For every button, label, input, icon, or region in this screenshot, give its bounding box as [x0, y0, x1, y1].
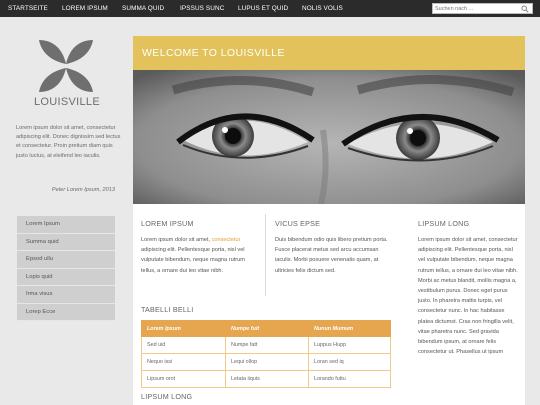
consectetur-link[interactable]: consectetur: [212, 237, 241, 243]
table-cell: Lorando futtu: [308, 370, 391, 388]
data-table: Lorem Ipsum Numpe fuit Nunun Mumum Sed u…: [141, 320, 391, 388]
search-box: [432, 3, 533, 14]
table-cell: Sed uid: [141, 336, 226, 354]
sidebar-item-summa-quid[interactable]: Summa quid: [17, 233, 115, 251]
table-heading: TABELLI BELLI: [141, 305, 194, 314]
nav-item-lupus-et-quid[interactable]: LUPUS ET QUID: [238, 0, 288, 17]
col1-text-part1: Lorem ipsum dolor sit amet,: [141, 237, 212, 243]
site-name[interactable]: LOUISVILLE: [17, 96, 117, 108]
sidebar-item-epsod-ullu[interactable]: Epsod ullu: [17, 251, 115, 269]
nav-item-nolis-volis[interactable]: NOLIS VOLIS: [302, 0, 343, 17]
table-row: Nequo issi Lequi ollop Loran sed iq: [141, 353, 391, 371]
col3-heading: LIPSUM LONG: [418, 219, 470, 228]
table-cell: Numpe fatt: [225, 336, 309, 354]
table-header-row: Lorem Ipsum Numpe fuit Nunun Mumum: [141, 320, 391, 337]
bottom-heading: LIPSUM LONG: [141, 392, 193, 401]
sidebar-menu: Lorem Ipsum Summa quid Epsod ullu Lopis …: [17, 216, 115, 321]
table-cell: Loran sed iq: [308, 353, 391, 371]
table-column-header: Nunun Mumum: [308, 320, 391, 337]
table-cell: Letata iiquis: [225, 370, 309, 388]
nav-item-startseite[interactable]: STARTSEITE: [8, 0, 48, 17]
eyes-photo: [133, 70, 525, 204]
sidebar-item-lopis-quid[interactable]: Lopis quid: [17, 268, 115, 286]
table-row: Lipsum orot Letata iiquis Lorando futtu: [141, 370, 391, 388]
nav-item-ipssus-sunc[interactable]: IPSSUS SUNC: [180, 0, 224, 17]
table-row: Sed uid Numpe fatt Luppus Hupp: [141, 336, 391, 354]
column-divider: [265, 214, 266, 296]
sidebar-item-lorep-ecce[interactable]: Lorep Ecce: [17, 303, 115, 321]
col1-text: Lorem ipsum dolor sit amet, consectetur …: [141, 235, 259, 276]
table-column-header: Numpe fuit: [225, 320, 309, 337]
banner-title: WELCOME TO LOUISVILLE: [142, 47, 285, 59]
table-cell: Lequi ollop: [225, 353, 309, 371]
sidebar-item-lorem-ipsum[interactable]: Lorem Ipsum: [17, 216, 115, 234]
col1-text-part2: adipiscing elit. Pellentesque porta, nis…: [141, 247, 245, 274]
search-icon[interactable]: [521, 5, 529, 13]
table-cell: Nequo issi: [141, 353, 226, 371]
table-column-header: Lorem Ipsum: [141, 320, 226, 337]
table-cell: Lipsum orot: [141, 370, 226, 388]
nav-item-lorem-ipsum[interactable]: LOREM IPSUM: [62, 0, 108, 17]
hero-image: [133, 70, 525, 204]
sidebar-quote: Lorem ipsum dolor sit amet, consectetur …: [16, 125, 121, 159]
sidebar-item-irma-visus[interactable]: Irma visus: [17, 286, 115, 304]
quote-author: Peter Lorem Ipsum, 2013: [51, 187, 115, 193]
col2-heading: VICUS EPSE: [275, 219, 321, 228]
col1-heading: LOREM IPSUM: [141, 219, 194, 228]
nav-item-summa-quid[interactable]: SUMMA QUID: [122, 0, 164, 17]
welcome-banner: WELCOME TO LOUISVILLE: [133, 36, 525, 70]
col3-text: Lorem ipsum dolor sit amet, consectetur …: [418, 237, 518, 356]
table-cell: Luppus Hupp: [308, 336, 391, 354]
col2-text: Duis bibendum odio quis libero pretium p…: [275, 237, 388, 274]
top-navigation-bar: STARTSEITE LOREM IPSUM SUMMA QUID IPSSUS…: [0, 0, 540, 17]
louisville-logo-icon[interactable]: [36, 36, 96, 96]
search-input[interactable]: [435, 4, 519, 13]
